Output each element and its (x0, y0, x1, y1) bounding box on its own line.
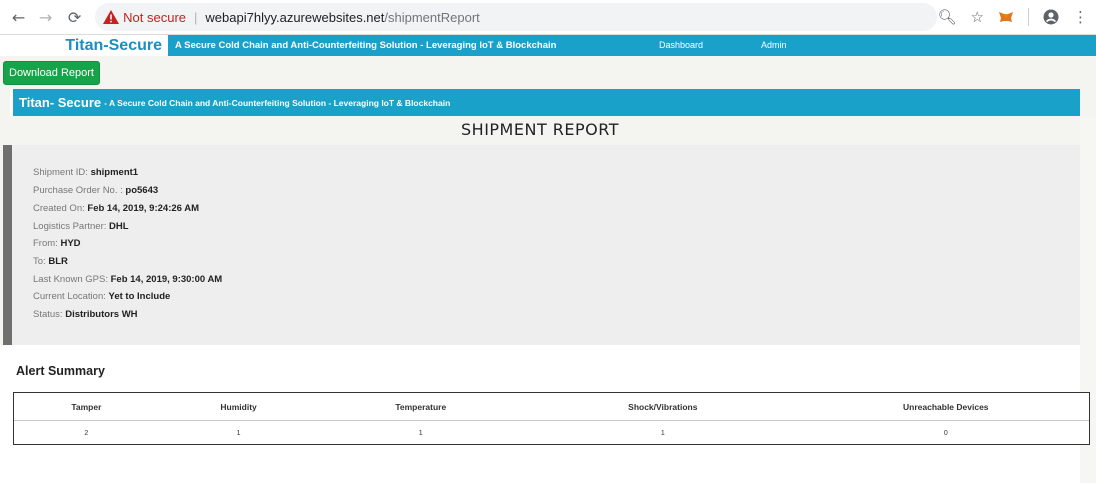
zoom-icon[interactable]: 🔍︎ (938, 8, 957, 26)
table-cell: 0 (943, 429, 948, 437)
url-separator: | (194, 9, 198, 25)
account-icon[interactable] (1043, 9, 1059, 25)
nav-link-dashboard[interactable]: Dashboard (659, 40, 703, 50)
metamask-fox-icon[interactable] (998, 9, 1014, 25)
url-path: /shipmentReport (384, 9, 480, 25)
download-report-button[interactable]: Download Report (3, 61, 100, 85)
back-arrow-icon[interactable]: ← (8, 6, 29, 28)
report-header-accent (10, 89, 13, 116)
table-header-cell: Temperature (395, 401, 447, 412)
navbar-tagline: A Secure Cold Chain and Anti-Counterfeit… (175, 40, 557, 51)
detail-shipment-id: Shipment ID: shipment1 (33, 167, 139, 178)
navbar-brand[interactable]: Titan-Secure (65, 37, 162, 55)
brand-box: Titan-Secure (0, 35, 168, 56)
report-tagline: - A Secure Cold Chain and Anti-Counterfe… (104, 97, 451, 108)
warning-icon (103, 10, 120, 24)
detail-current-location: Current Location: Yet to Include (33, 291, 171, 302)
star-icon[interactable]: ☆ (971, 8, 984, 26)
app-navbar: Titan-Secure A Secure Cold Chain and Ant… (0, 35, 1096, 56)
report-title: SHIPMENT REPORT (461, 120, 619, 139)
detail-created-on: Created On: Feb 14, 2019, 9:24:26 AM (33, 203, 199, 214)
table-header-cell: Shock/Vibrations (628, 401, 698, 412)
table-cell: 1 (418, 429, 423, 437)
table-header-row: Tamper Humidity Temperature Shock/Vibrat… (14, 393, 1089, 421)
table-row: 2 1 1 1 0 (14, 421, 1089, 445)
detail-last-known-gps: Last Known GPS: Feb 14, 2019, 9:30:00 AM (33, 274, 223, 285)
detail-to: To: BLR (33, 256, 68, 267)
detail-purchase-order: Purchase Order No. : po5643 (33, 185, 159, 196)
detail-status: Status: Distributors WH (33, 309, 138, 320)
toolbar-divider (1028, 8, 1029, 26)
address-bar[interactable]: Not secure | webapi7hlyy.azurewebsites.n… (95, 3, 938, 31)
table-cell: 1 (660, 429, 665, 437)
browser-toolbar: ← → ⟳ Not secure | webapi7hlyy.azurewebs… (0, 0, 1096, 35)
report-header-bar: Titan- Secure - A Secure Cold Chain and … (10, 89, 1080, 116)
forward-arrow-icon[interactable]: → (35, 6, 56, 28)
alert-summary-title: Alert Summary (16, 364, 105, 378)
table-cell: 2 (84, 429, 89, 437)
not-secure-label: Not secure (123, 9, 187, 25)
report-brand: Titan- Secure (19, 95, 102, 110)
menu-dots-icon[interactable]: ⋮ (1073, 8, 1088, 26)
detail-from: From: HYD (33, 238, 81, 249)
alert-summary-table: Tamper Humidity Temperature Shock/Vibrat… (13, 392, 1090, 445)
detail-logistics-partner: Logistics Partner: DHL (33, 221, 129, 232)
table-header-cell: Unreachable Devices (903, 401, 989, 412)
table-header-cell: Tamper (71, 401, 102, 412)
url-host: webapi7hlyy.azurewebsites.net (205, 9, 385, 25)
table-cell: 1 (236, 429, 241, 437)
table-header-cell: Humidity (220, 401, 257, 412)
reload-icon[interactable]: ⟳ (64, 6, 85, 28)
shipment-details-card: Shipment ID: shipment1 Purchase Order No… (3, 145, 1080, 345)
nav-link-admin[interactable]: Admin (761, 40, 787, 50)
